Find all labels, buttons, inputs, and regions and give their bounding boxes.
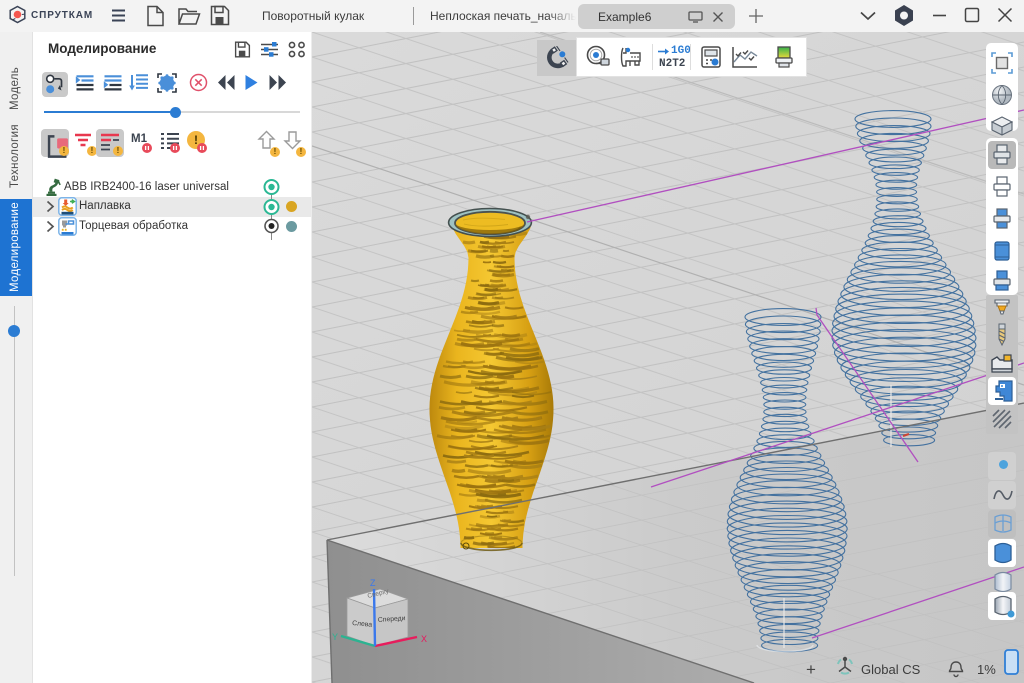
svg-text:+: +: [806, 660, 816, 679]
svg-text:Y: Y: [332, 632, 338, 642]
svg-text:Z: Z: [370, 578, 376, 588]
svg-text:1%: 1%: [977, 662, 996, 677]
svg-text:X: X: [421, 634, 427, 644]
svg-text:Global CS: Global CS: [861, 662, 921, 677]
